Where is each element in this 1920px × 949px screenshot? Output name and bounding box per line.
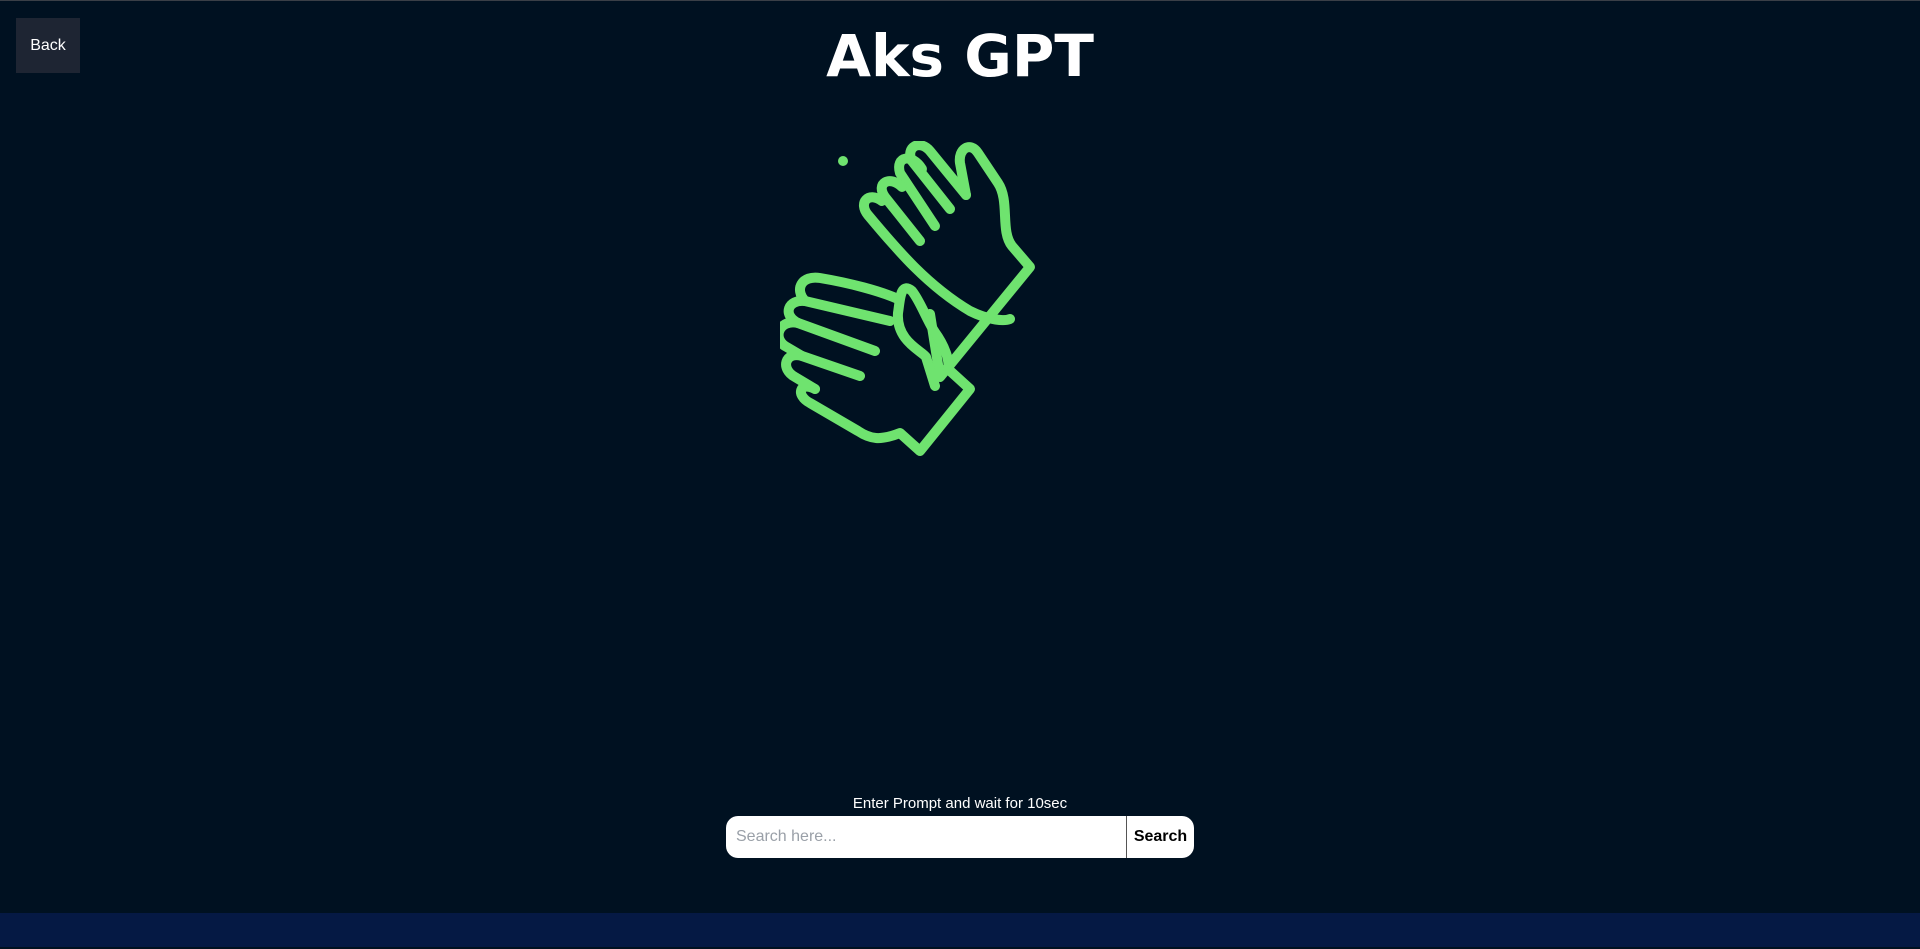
- search-button[interactable]: Search: [1126, 816, 1194, 858]
- page-title: Aks GPT: [826, 22, 1094, 90]
- app-page: Back Aks GPT Enter Prompt and wait for 1…: [0, 0, 1920, 949]
- footer-bar: [0, 913, 1920, 947]
- clapping-hands-icon: [780, 141, 1035, 456]
- prompt-hint: Enter Prompt and wait for 10sec: [852, 795, 1068, 812]
- search-input[interactable]: [726, 816, 1126, 858]
- search-bar: Search: [726, 816, 1194, 858]
- upper-hand: [859, 141, 1035, 382]
